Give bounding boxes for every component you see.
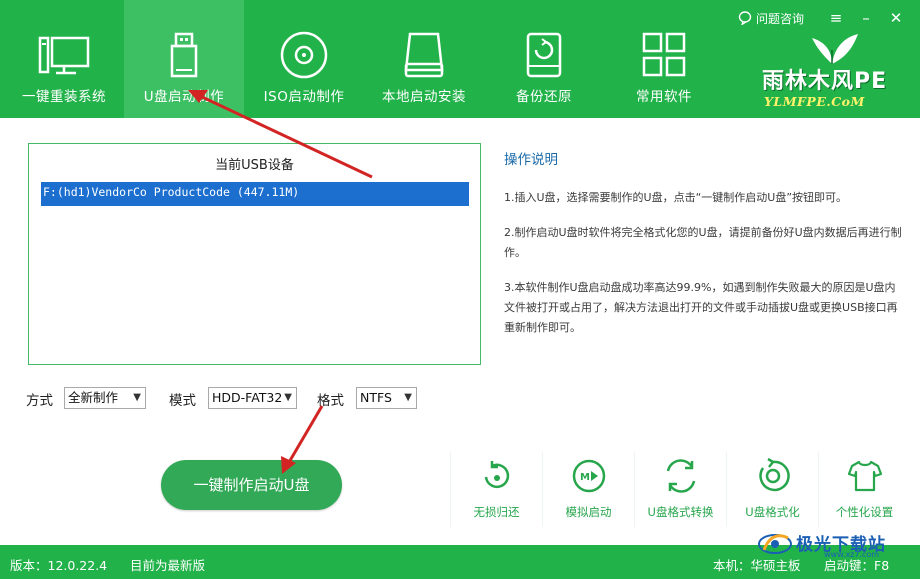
tool-label: U盘格式转换	[647, 505, 714, 519]
annotation-arrow	[286, 405, 324, 465]
brand-name: 雨林木风PE	[762, 69, 888, 94]
leaf-logo-icon	[812, 34, 858, 64]
help-consult-button[interactable]: 问题咨询	[738, 10, 804, 27]
hard-drive-icon	[404, 32, 444, 78]
tool-usb-format-convert[interactable]: U盘格式转换	[634, 452, 726, 527]
chevron-down-icon: ▼	[284, 392, 292, 403]
mode-label: 模式	[169, 393, 196, 409]
tool-label: 模拟启动	[565, 505, 612, 519]
tool-label: U盘格式化	[745, 505, 800, 519]
backup-icon	[526, 32, 562, 78]
format-select[interactable]: NTFS ▼	[356, 387, 417, 409]
restore-icon	[484, 461, 509, 489]
nav-label: U盘启动制作	[143, 89, 225, 105]
close-button[interactable]: ✕	[884, 8, 908, 28]
menu-icon: ≡	[829, 9, 843, 27]
disc-icon	[280, 31, 328, 79]
tool-bar: 无损归还 M 模拟启动 U盘格式转换 U盘格式化 个性化设置	[450, 452, 920, 527]
window-controls: 问题咨询 ≡ – ✕	[738, 8, 908, 28]
version-text: 版本：12.0.22.4	[10, 558, 108, 573]
method-select[interactable]: 全新制作 ▼	[64, 387, 146, 409]
motherboard-info: 本机：华硕主板	[713, 558, 801, 573]
nav-common-software[interactable]: 常用软件	[604, 0, 724, 118]
format-label: 格式	[317, 393, 344, 409]
mode-select[interactable]: HDD-FAT32 ▼	[208, 387, 297, 409]
chevron-down-icon: ▼	[404, 392, 412, 403]
apps-grid-icon	[642, 32, 686, 77]
chevron-down-icon: ▼	[133, 392, 141, 403]
tshirt-icon	[847, 460, 882, 492]
convert-icon	[666, 459, 695, 493]
tool-usb-format[interactable]: U盘格式化	[726, 452, 818, 527]
brand-url: YLMFPE.CoM	[764, 94, 865, 109]
watermark-logo-icon	[758, 534, 792, 554]
watermark: 极光下载站 www.xz7.com	[754, 528, 914, 559]
usb-device-list: 当前USB设备 F:(hd1)VendorCo ProductCode (447…	[28, 143, 481, 365]
method-label: 方式	[26, 393, 53, 409]
nav-label: 常用软件	[636, 89, 692, 105]
help-label: 问题咨询	[755, 11, 804, 26]
chat-bubble-icon	[738, 11, 752, 25]
instructions-panel: 操作说明 1.插入U盘，选择需要制作的U盘，点击“一键制作启动U盘”按钮即可。 …	[504, 148, 906, 353]
simulate-boot-icon: M	[572, 459, 605, 493]
minimize-icon: –	[862, 9, 870, 27]
svg-text:M: M	[580, 472, 590, 483]
instruction-step: 2.制作启动U盘时软件将完全格式化您的U盘，请提前备份好U盘内数据后再进行制作。	[504, 226, 902, 259]
tool-label: 个性化设置	[835, 505, 894, 519]
method-value: 全新制作	[68, 390, 119, 405]
usb-drive-icon	[170, 32, 198, 78]
watermark-url: www.xz7.com	[824, 550, 880, 559]
brand-logo: 雨林木风PE YLMFPE.CoM	[756, 30, 906, 116]
nav-label: 备份还原	[516, 89, 572, 105]
format-value: NTFS	[360, 390, 392, 405]
nav-label: 一键重装系统	[22, 89, 106, 105]
mode-value: HDD-FAT32	[212, 390, 283, 405]
nav-backup-restore[interactable]: 备份还原	[484, 0, 604, 118]
tool-label: 无损归还	[473, 505, 520, 519]
top-toolbar: 一键重装系统 U盘启动制作 ISO启动制作 本地启动安装 备份还原 常用软件 问…	[0, 0, 920, 118]
nav-usb-boot[interactable]: U盘启动制作	[124, 0, 244, 118]
instructions-title: 操作说明	[504, 152, 558, 168]
format-icon	[758, 457, 790, 492]
instruction-step: 3.本软件制作U盘启动盘成功率高达99.9%，如遇到制作失败最大的原因是U盘内文…	[504, 281, 898, 334]
nav-one-click-reinstall[interactable]: 一键重装系统	[4, 0, 124, 118]
menu-button[interactable]: ≡	[824, 8, 848, 28]
instruction-step: 1.插入U盘，选择需要制作的U盘，点击“一键制作启动U盘”按钮即可。	[504, 191, 848, 204]
nav-label: ISO启动制作	[263, 89, 345, 105]
update-status: 目前为最新版	[130, 558, 206, 573]
tool-restore[interactable]: 无损归还	[450, 452, 542, 527]
nav-iso-boot[interactable]: ISO启动制作	[244, 0, 364, 118]
monitor-icon	[38, 36, 90, 75]
nav-label: 本地启动安装	[382, 89, 466, 105]
tool-personalize[interactable]: 个性化设置	[818, 452, 910, 527]
nav-local-boot[interactable]: 本地启动安装	[364, 0, 484, 118]
device-list-title: 当前USB设备	[215, 158, 294, 173]
usb-device-item[interactable]: F:(hd1)VendorCo ProductCode (447.11M)	[41, 182, 469, 206]
minimize-button[interactable]: –	[854, 8, 878, 28]
close-icon: ✕	[889, 9, 903, 27]
create-boot-usb-button[interactable]: 一键制作启动U盘	[161, 460, 342, 510]
tool-simulate-boot[interactable]: M 模拟启动	[542, 452, 634, 527]
